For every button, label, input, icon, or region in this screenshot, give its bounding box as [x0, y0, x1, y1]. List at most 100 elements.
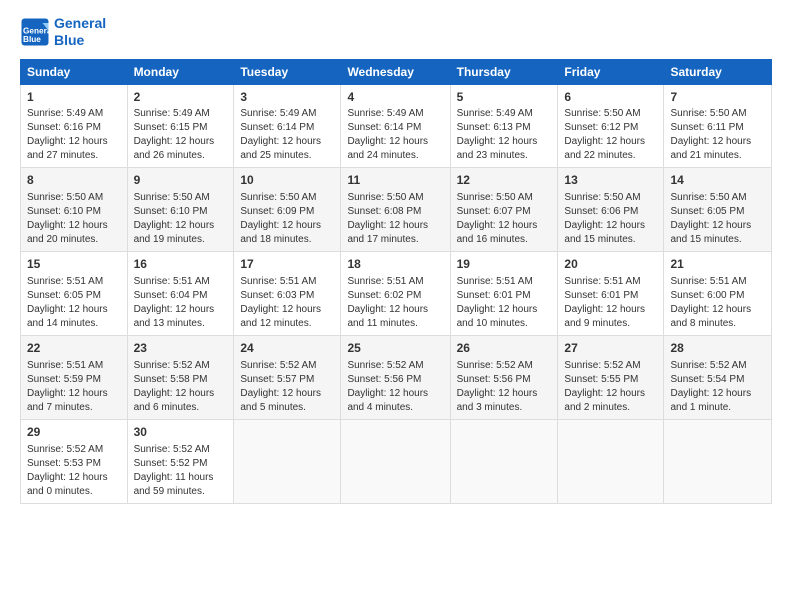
cell-line: Sunrise: 5:50 AM	[347, 191, 443, 205]
page: General Blue General Blue SundayMondayTu…	[0, 0, 792, 612]
cell-line: and 1 minute.	[670, 401, 765, 415]
cell-line: Sunrise: 5:52 AM	[347, 359, 443, 373]
cell-line: Sunrise: 5:52 AM	[564, 359, 657, 373]
cell-line: Sunset: 5:55 PM	[564, 373, 657, 387]
cell-line: Sunset: 6:00 PM	[670, 289, 765, 303]
logo-text: General Blue	[54, 15, 106, 49]
cell-line: Sunrise: 5:49 AM	[27, 107, 121, 121]
cell-line: Daylight: 12 hours	[27, 303, 121, 317]
week-row-0: 1Sunrise: 5:49 AMSunset: 6:16 PMDaylight…	[21, 84, 772, 168]
cell-line: Sunrise: 5:52 AM	[240, 359, 334, 373]
cell-line: and 13 minutes.	[134, 317, 228, 331]
day-number: 19	[457, 256, 552, 273]
day-number: 24	[240, 340, 334, 357]
calendar-cell: 27Sunrise: 5:52 AMSunset: 5:55 PMDayligh…	[558, 335, 664, 419]
cell-line: Sunset: 6:07 PM	[457, 205, 552, 219]
cell-line: Sunset: 6:11 PM	[670, 121, 765, 135]
cell-line: and 24 minutes.	[347, 149, 443, 163]
day-number: 12	[457, 172, 552, 189]
col-header-monday: Monday	[127, 59, 234, 84]
week-row-2: 15Sunrise: 5:51 AMSunset: 6:05 PMDayligh…	[21, 252, 772, 336]
day-number: 21	[670, 256, 765, 273]
cell-line: Daylight: 12 hours	[457, 303, 552, 317]
calendar-cell: 25 Sunrise: 5:52 AMSunset: 5:56 PMDayligh…	[341, 335, 450, 419]
day-number: 1	[27, 89, 121, 106]
cell-line: Sunset: 6:06 PM	[564, 205, 657, 219]
cell-line: and 5 minutes.	[240, 401, 334, 415]
calendar-cell: 29Sunrise: 5:52 AMSunset: 5:53 PMDayligh…	[21, 419, 128, 503]
cell-line: Sunrise: 5:50 AM	[670, 107, 765, 121]
cell-line: Sunset: 6:02 PM	[347, 289, 443, 303]
cell-line: Daylight: 12 hours	[240, 387, 334, 401]
logo: General Blue General Blue	[20, 15, 106, 49]
cell-line: Sunset: 6:05 PM	[670, 205, 765, 219]
cell-line: and 0 minutes.	[27, 485, 121, 499]
calendar-cell: 21Sunrise: 5:51 AMSunset: 6:00 PMDayligh…	[664, 252, 772, 336]
cell-line: and 14 minutes.	[27, 317, 121, 331]
cell-line: Daylight: 12 hours	[134, 135, 228, 149]
cell-line: Sunrise: 5:51 AM	[564, 275, 657, 289]
cell-line: and 21 minutes.	[670, 149, 765, 163]
cell-line: Sunset: 6:09 PM	[240, 205, 334, 219]
cell-line: Daylight: 12 hours	[134, 303, 228, 317]
svg-text:Blue: Blue	[23, 35, 41, 44]
cell-line: and 20 minutes.	[27, 233, 121, 247]
cell-line: and 23 minutes.	[457, 149, 552, 163]
cell-line: Daylight: 12 hours	[347, 387, 443, 401]
cell-line: and 11 minutes.	[347, 317, 443, 331]
cell-line: and 17 minutes.	[347, 233, 443, 247]
day-number: 2	[134, 89, 228, 106]
cell-line: Sunset: 5:58 PM	[134, 373, 228, 387]
calendar-cell: 22Sunrise: 5:51 AMSunset: 5:59 PMDayligh…	[21, 335, 128, 419]
week-row-3: 22Sunrise: 5:51 AMSunset: 5:59 PMDayligh…	[21, 335, 772, 419]
day-number: 26	[457, 340, 552, 357]
calendar-cell: 30Sunrise: 5:52 AMSunset: 5:52 PMDayligh…	[127, 419, 234, 503]
calendar-cell: 19Sunrise: 5:51 AMSunset: 6:01 PMDayligh…	[450, 252, 558, 336]
calendar-cell: 10Sunrise: 5:50 AMSunset: 6:09 PMDayligh…	[234, 168, 341, 252]
day-number: 23	[134, 340, 228, 357]
calendar-cell: 23Sunrise: 5:52 AMSunset: 5:58 PMDayligh…	[127, 335, 234, 419]
cell-line: Sunrise: 5:51 AM	[670, 275, 765, 289]
cell-line: and 12 minutes.	[240, 317, 334, 331]
cell-line: Sunrise: 5:49 AM	[240, 107, 334, 121]
cell-line: and 3 minutes.	[457, 401, 552, 415]
calendar-cell: 14Sunrise: 5:50 AMSunset: 6:05 PMDayligh…	[664, 168, 772, 252]
cell-line: Sunset: 5:52 PM	[134, 457, 228, 471]
day-number: 7	[670, 89, 765, 106]
col-header-saturday: Saturday	[664, 59, 772, 84]
day-number: 4	[347, 89, 443, 106]
cell-line: Daylight: 12 hours	[27, 219, 121, 233]
cell-line: and 27 minutes.	[27, 149, 121, 163]
cell-line: Sunrise: 5:52 AM	[27, 443, 121, 457]
cell-line: Daylight: 12 hours	[27, 387, 121, 401]
cell-line: Sunrise: 5:49 AM	[457, 107, 552, 121]
cell-line: Sunset: 6:01 PM	[457, 289, 552, 303]
calendar-cell: 4Sunrise: 5:49 AMSunset: 6:14 PMDaylight…	[341, 84, 450, 168]
calendar-cell	[664, 419, 772, 503]
day-number: 27	[564, 340, 657, 357]
calendar-cell	[450, 419, 558, 503]
cell-line: Daylight: 11 hours	[134, 471, 228, 485]
cell-line: Sunrise: 5:51 AM	[134, 275, 228, 289]
calendar-cell: 11Sunrise: 5:50 AMSunset: 6:08 PMDayligh…	[341, 168, 450, 252]
day-number: 14	[670, 172, 765, 189]
day-number: 11	[347, 172, 443, 189]
day-number: 16	[134, 256, 228, 273]
cell-line: Daylight: 12 hours	[457, 387, 552, 401]
cell-line: Sunrise: 5:50 AM	[564, 107, 657, 121]
cell-line: Sunrise: 5:51 AM	[347, 275, 443, 289]
cell-line: Sunrise: 5:51 AM	[27, 275, 121, 289]
day-number: 25	[347, 340, 443, 357]
cell-line: Daylight: 12 hours	[564, 135, 657, 149]
cell-line: Sunrise: 5:51 AM	[27, 359, 121, 373]
cell-line: Sunrise: 5:51 AM	[240, 275, 334, 289]
calendar-cell: 17Sunrise: 5:51 AMSunset: 6:03 PMDayligh…	[234, 252, 341, 336]
cell-line: Sunset: 6:16 PM	[27, 121, 121, 135]
cell-line: Sunset: 5:56 PM	[347, 373, 443, 387]
cell-line: Daylight: 12 hours	[134, 219, 228, 233]
day-number: 22	[27, 340, 121, 357]
calendar-cell: 20Sunrise: 5:51 AMSunset: 6:01 PMDayligh…	[558, 252, 664, 336]
day-number: 9	[134, 172, 228, 189]
col-header-wednesday: Wednesday	[341, 59, 450, 84]
cell-line: and 6 minutes.	[134, 401, 228, 415]
